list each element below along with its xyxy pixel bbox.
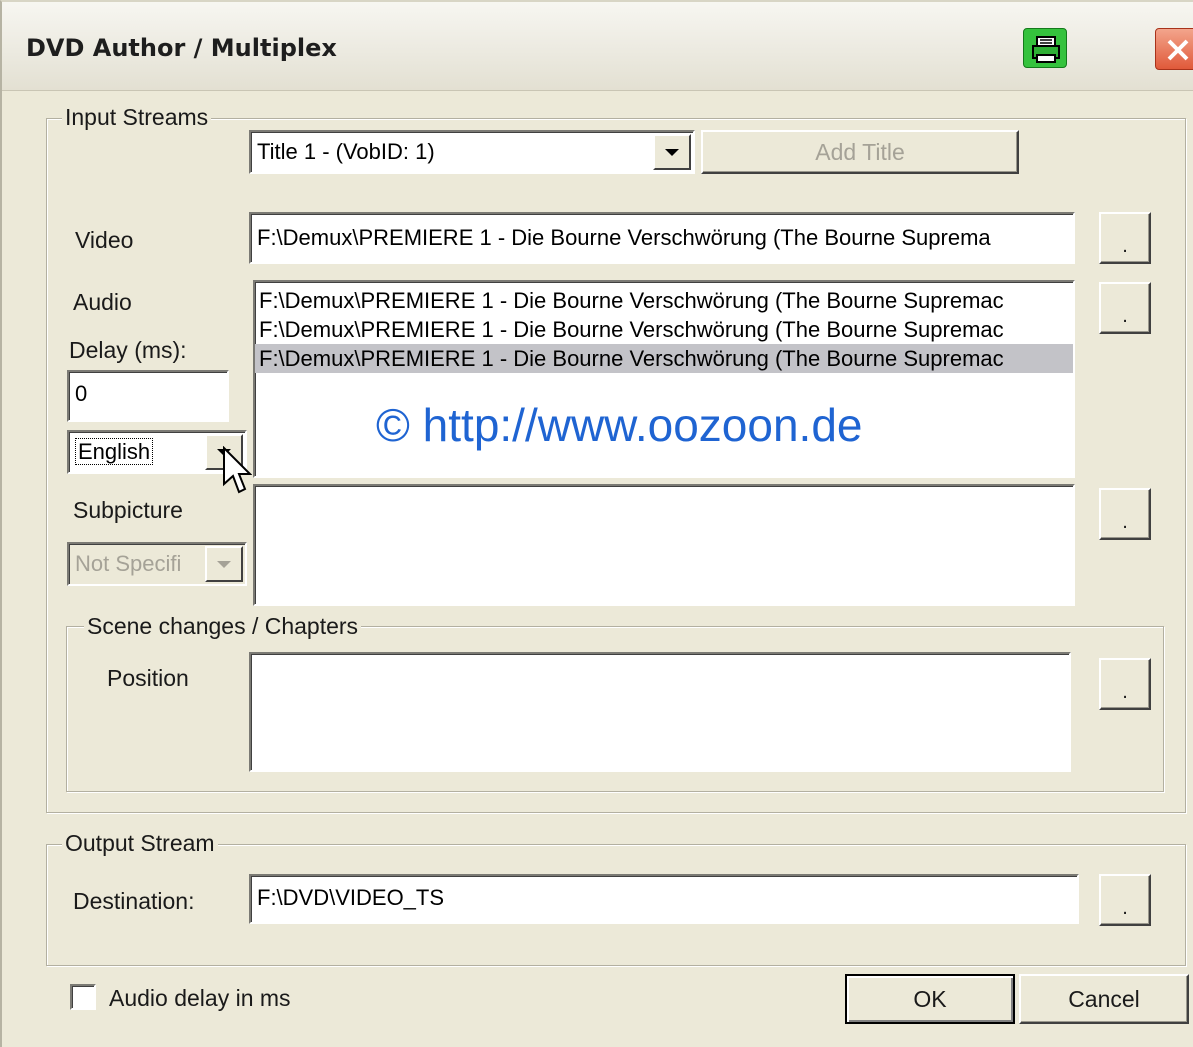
video-browse-button[interactable]: . (1099, 212, 1151, 264)
cancel-button[interactable]: Cancel (1019, 974, 1189, 1024)
language-select-value: English (75, 438, 154, 465)
audio-browse-button[interactable]: . (1099, 282, 1151, 334)
destination-field[interactable]: F:\DVD\VIDEO_TS (249, 874, 1079, 924)
subpicture-select-dropdown-button (205, 546, 243, 582)
close-icon[interactable] (1155, 28, 1193, 70)
delay-value: 0 (75, 381, 88, 406)
subpicture-browse-button[interactable]: . (1099, 488, 1151, 540)
audio-list-item[interactable]: F:\Demux\PREMIERE 1 - Die Bourne Verschw… (255, 315, 1073, 344)
subpicture-list[interactable] (253, 484, 1075, 606)
subpicture-select-value: Not Specifi (75, 551, 182, 576)
ok-button[interactable]: OK (845, 974, 1015, 1024)
chapters-list[interactable] (249, 652, 1071, 772)
audio-label: Audio (73, 289, 132, 315)
title-select-dropdown-button[interactable] (653, 134, 691, 170)
title-select-value: Title 1 - (VobID: 1) (257, 139, 435, 164)
position-label: Position (107, 665, 189, 691)
watermark-text: © http://www.oozoon.de (376, 399, 863, 451)
output-stream-legend: Output Stream (62, 830, 218, 856)
delay-input[interactable]: 0 (67, 370, 229, 422)
input-streams-legend: Input Streams (62, 104, 212, 130)
delay-label: Delay (ms): (69, 337, 187, 363)
printer-icon[interactable] (1023, 28, 1067, 68)
chapters-legend: Scene changes / Chapters (84, 613, 362, 639)
audio-delay-checkbox[interactable] (70, 984, 96, 1010)
chapters-browse-button[interactable]: . (1099, 658, 1151, 710)
mouse-pointer-icon (222, 445, 253, 503)
title-select[interactable]: Title 1 - (VobID: 1) (249, 130, 695, 174)
destination-value: F:\DVD\VIDEO_TS (257, 885, 445, 910)
destination-browse-button[interactable]: . (1099, 874, 1151, 926)
window-title: DVD Author / Multiplex (26, 34, 337, 62)
add-title-button[interactable]: Add Title (701, 130, 1019, 174)
audio-list-item[interactable]: F:\Demux\PREMIERE 1 - Die Bourne Verschw… (255, 286, 1073, 315)
video-path-field[interactable]: F:\Demux\PREMIERE 1 - Die Bourne Verschw… (249, 212, 1075, 264)
title-bar: DVD Author / Multiplex (2, 2, 1193, 91)
video-label: Video (75, 227, 134, 253)
destination-label: Destination: (73, 888, 195, 914)
subpicture-label: Subpicture (73, 497, 183, 523)
video-path-value: F:\Demux\PREMIERE 1 - Die Bourne Verschw… (257, 225, 991, 250)
audio-delay-checkbox-label[interactable]: Audio delay in ms (109, 984, 291, 1012)
audio-list-item-selected[interactable]: F:\Demux\PREMIERE 1 - Die Bourne Verschw… (255, 344, 1073, 373)
dvd-author-window: DVD Author / Multiplex Input Streams Tit… (0, 0, 1193, 1047)
